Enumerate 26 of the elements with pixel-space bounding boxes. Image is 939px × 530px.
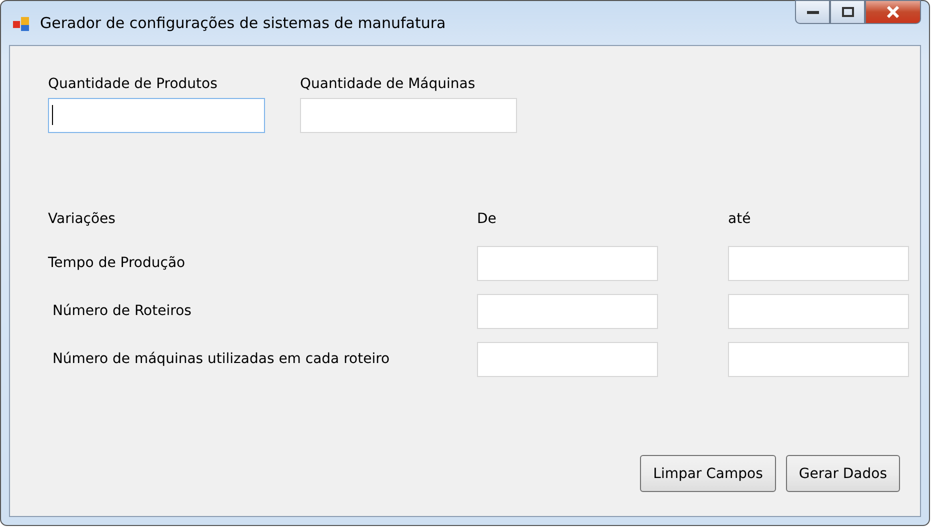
- input-field[interactable]: [728, 342, 909, 376]
- input-field[interactable]: [477, 294, 658, 328]
- maximize-button[interactable]: [830, 0, 865, 24]
- action-button[interactable]: Gerar Dados: [786, 455, 900, 492]
- maximize-icon: [842, 7, 854, 17]
- input-field[interactable]: [48, 98, 265, 133]
- app-icon: [13, 14, 30, 32]
- field-label: Número de Roteiros: [51, 303, 192, 319]
- column-label: De: [477, 211, 498, 227]
- window-title: Gerador de configurações de sistemas de manufatura: [40, 14, 447, 32]
- field-label: Quantidade de Máquinas: [300, 76, 476, 92]
- input-field[interactable]: [477, 342, 658, 376]
- close-icon: [886, 6, 900, 18]
- action-button[interactable]: Limpar Campos: [640, 455, 776, 492]
- minimize-icon: [806, 9, 818, 15]
- field-label: Número de máquinas utilizadas em cada roteiro: [51, 351, 391, 367]
- field-label: Quantidade de Produtos: [48, 76, 218, 92]
- column-label: até: [728, 211, 752, 227]
- minimize-button[interactable]: [795, 0, 830, 24]
- section-label: Variações: [48, 211, 116, 227]
- field-label: Tempo de Produção: [48, 255, 186, 271]
- input-field[interactable]: [728, 294, 909, 328]
- input-field[interactable]: [728, 246, 909, 280]
- input-field[interactable]: [300, 98, 517, 133]
- input-field[interactable]: [477, 246, 658, 280]
- close-button[interactable]: [865, 0, 921, 24]
